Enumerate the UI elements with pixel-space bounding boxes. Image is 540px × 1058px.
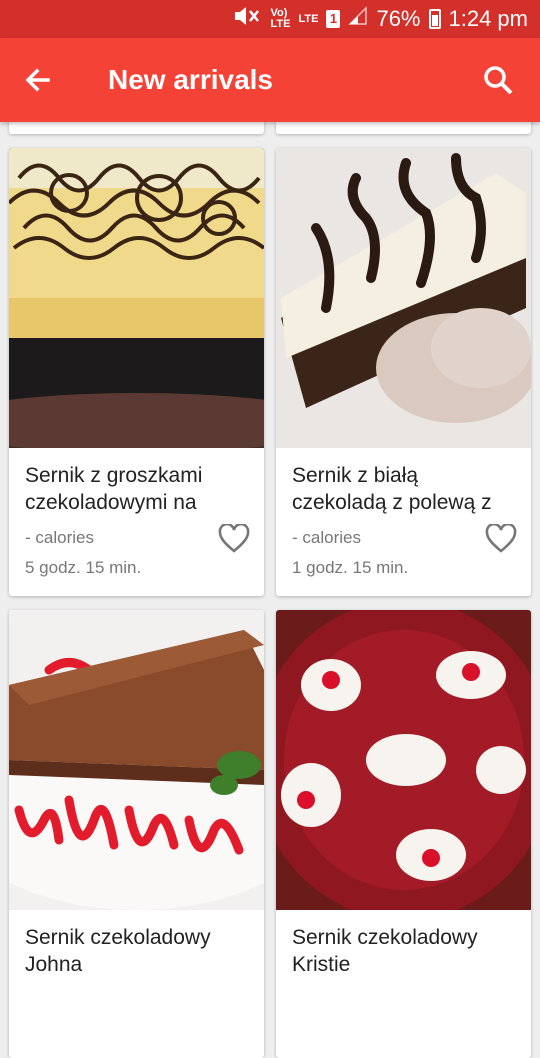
recipe-title: Sernik z białą czekoladą z polewą z: [292, 464, 492, 514]
back-button[interactable]: [18, 60, 58, 100]
search-icon: [484, 66, 513, 95]
app-bar: New arrivals: [0, 38, 540, 122]
recipe-card[interactable]: Sernik czekoladowy Kristie: [276, 610, 531, 1058]
recipe-card[interactable]: Sernik czekoladowy Johna: [9, 610, 264, 1058]
recipe-calories: - calories: [292, 528, 361, 547]
sim-indicator: 1: [326, 10, 341, 28]
recipe-card[interactable]: Sernik z białą czekoladą z polewą z - ca…: [276, 148, 531, 596]
heart-outline-icon: [485, 522, 517, 553]
lte-indicator: LTE: [298, 12, 319, 25]
heart-outline-icon: [218, 522, 250, 553]
recipe-image: [276, 610, 531, 910]
favorite-button[interactable]: [218, 522, 250, 554]
status-bar: Vo) LTE LTE 1 76% 1:24 pm: [0, 0, 540, 38]
recipe-image: [9, 148, 264, 448]
recipe-title: Sernik czekoladowy Kristie: [292, 926, 478, 976]
mute-icon: [233, 5, 263, 33]
signal-icon: [348, 6, 368, 32]
recipe-title: Sernik z groszkami czekoladowymi na: [25, 464, 203, 514]
recipe-time: 1 godz. 15 min.: [292, 558, 409, 577]
volte-indicator: Vo) LTE: [270, 7, 291, 30]
recipe-card[interactable]: Sernik z groszkami czekoladowymi na - ca…: [9, 148, 264, 596]
clock: 1:24 pm: [448, 6, 529, 31]
favorite-button[interactable]: [485, 522, 517, 554]
page-title: New arrivals: [108, 64, 273, 95]
arrow-back-icon: [25, 68, 50, 92]
recipe-title: Sernik czekoladowy Johna: [25, 926, 211, 976]
recipe-calories: - calories: [25, 528, 94, 547]
battery-percent: 76%: [376, 6, 421, 31]
battery-icon: [428, 9, 441, 29]
recipe-image: [276, 148, 531, 448]
recipe-image: [9, 610, 264, 910]
search-button[interactable]: [478, 60, 518, 100]
recipe-time: 5 godz. 15 min.: [25, 558, 142, 577]
